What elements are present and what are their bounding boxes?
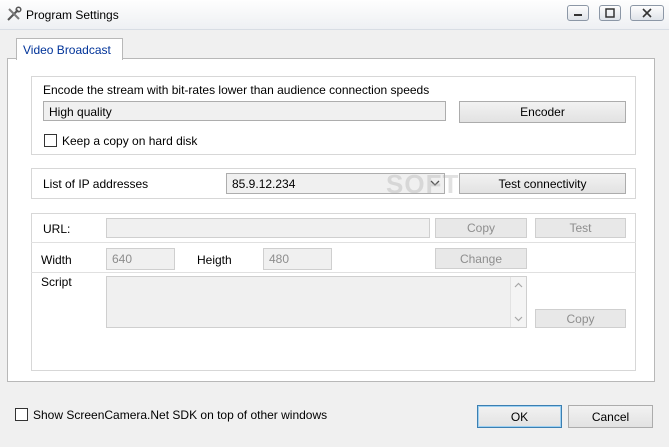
- width-label: Width: [41, 253, 72, 267]
- script-copy-button[interactable]: Copy: [535, 309, 626, 328]
- divider: [31, 242, 636, 243]
- ip-list-label: List of IP addresses: [43, 177, 149, 191]
- script-textarea[interactable]: [106, 276, 527, 328]
- encoder-button[interactable]: Encoder: [459, 101, 626, 123]
- on-top-label: Show ScreenCamera.Net SDK on top of othe…: [33, 408, 328, 422]
- keep-copy-label: Keep a copy on hard disk: [62, 134, 198, 148]
- close-button[interactable]: [630, 5, 664, 21]
- change-size-button[interactable]: Change: [435, 248, 527, 269]
- quality-field[interactable]: High quality: [43, 101, 446, 121]
- ip-select-value: 85.9.12.234: [232, 177, 296, 191]
- tab-video-broadcast[interactable]: Video Broadcast: [16, 38, 123, 60]
- url-test-button[interactable]: Test: [535, 218, 626, 238]
- cancel-button[interactable]: Cancel: [568, 405, 653, 428]
- divider: [31, 272, 636, 273]
- script-scrollbar[interactable]: [510, 277, 526, 327]
- on-top-checkbox[interactable]: [15, 408, 28, 421]
- keep-copy-checkbox[interactable]: [44, 134, 57, 147]
- script-label: Script: [41, 275, 72, 289]
- maximize-button[interactable]: [599, 5, 621, 21]
- url-input[interactable]: [106, 218, 430, 238]
- url-copy-button[interactable]: Copy: [435, 218, 527, 238]
- height-input[interactable]: 480: [263, 248, 332, 270]
- window-title: Program Settings: [26, 8, 119, 22]
- scroll-down-icon[interactable]: [514, 316, 523, 322]
- maximize-icon: [605, 8, 615, 18]
- encode-description: Encode the stream with bit-rates lower t…: [43, 83, 430, 97]
- minimize-icon: [574, 14, 582, 16]
- scroll-up-icon[interactable]: [514, 282, 523, 288]
- url-label: URL:: [43, 222, 71, 236]
- tools-icon: [6, 6, 22, 22]
- ok-button[interactable]: OK: [477, 405, 562, 428]
- height-label: Heigth: [197, 253, 232, 267]
- minimize-button[interactable]: [567, 5, 589, 21]
- width-input[interactable]: 640: [106, 248, 175, 270]
- close-icon: [642, 8, 652, 18]
- test-connectivity-button[interactable]: Test connectivity: [459, 173, 626, 194]
